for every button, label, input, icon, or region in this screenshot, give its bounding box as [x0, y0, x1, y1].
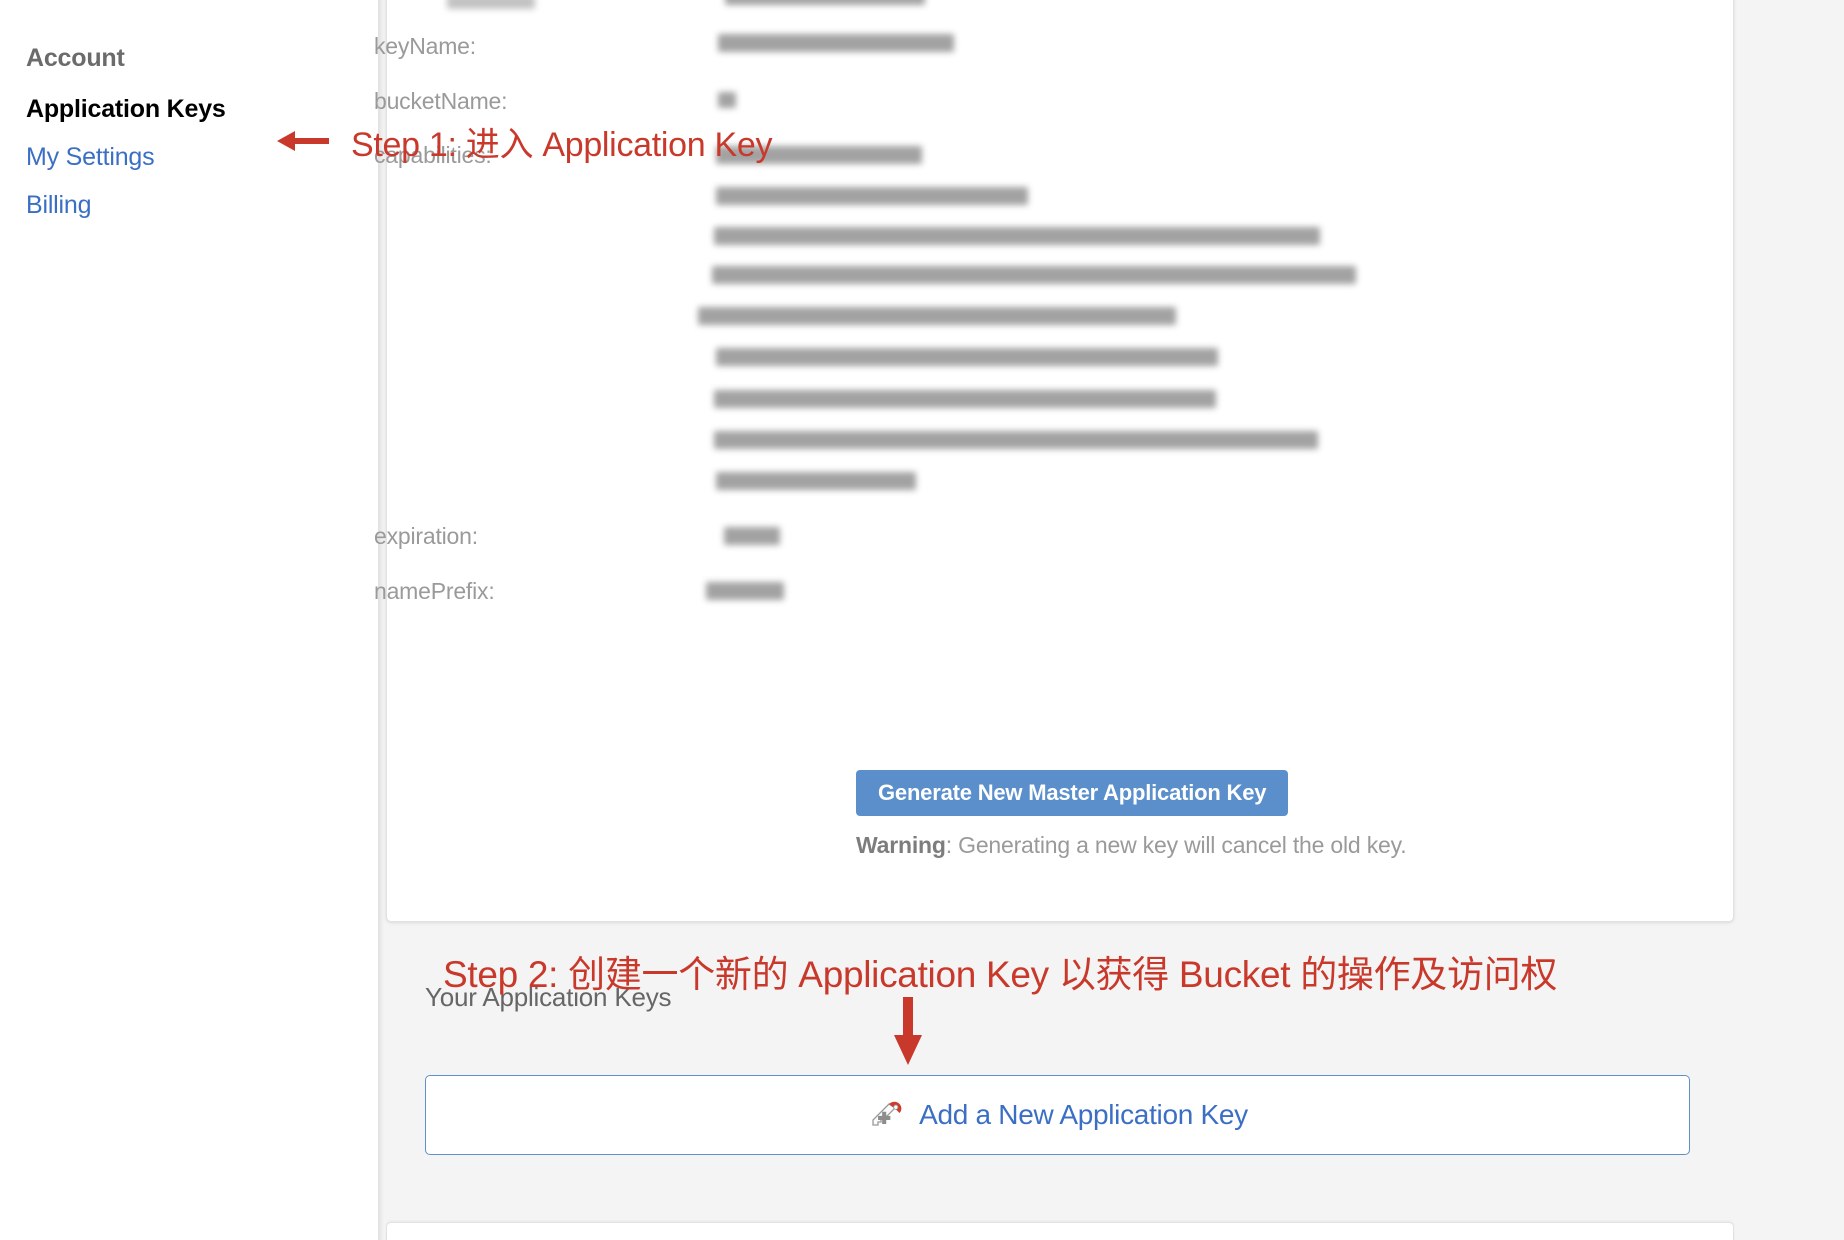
field-value-expiration	[724, 527, 780, 545]
field-label-nameprefix: namePrefix:	[374, 578, 495, 604]
add-new-application-key-label: Add a New Application Key	[919, 1099, 1248, 1130]
field-label-cutoff	[447, 0, 535, 9]
sidebar-item-application-keys[interactable]: Application Keys	[26, 95, 226, 124]
warning-text: : Generating a new key will cancel the o…	[945, 832, 1407, 858]
annotation-step-2: Step 2: 创建一个新的 Application Key 以获得 Bucke…	[443, 954, 1558, 995]
field-label-expiration: expiration:	[374, 523, 478, 549]
key-plus-icon	[867, 1098, 905, 1132]
field-label-bucketname: bucketName:	[374, 88, 508, 114]
field-label-keyname: keyName:	[374, 33, 476, 59]
annotation-step-1: Step 1: 进入 Application Key	[351, 126, 773, 164]
generate-master-key-button[interactable]: Generate New Master Application Key	[856, 770, 1289, 816]
field-value-nameprefix	[706, 582, 784, 600]
arrow-left-icon	[277, 128, 329, 159]
warning-label: Warning	[856, 832, 946, 858]
field-value-bucketname	[718, 92, 736, 108]
application-keys-table-card	[386, 1222, 1734, 1240]
sidebar-item-my-settings[interactable]: My Settings	[26, 143, 155, 172]
sidebar-item-billing[interactable]: Billing	[26, 191, 92, 220]
add-new-application-key-button[interactable]: Add a New Application Key	[425, 1075, 1690, 1155]
generate-key-warning: Warning: Generating a new key will cance…	[856, 832, 1407, 859]
sidebar-heading-account: Account	[26, 44, 125, 72]
arrow-down-icon	[890, 997, 926, 1070]
sidebar: Account Application Keys My Settings Bil…	[0, 0, 378, 1240]
field-value-keyname	[718, 34, 954, 52]
page-root: Account Application Keys My Settings Bil…	[0, 0, 1844, 1240]
field-value-cutoff	[725, 0, 925, 5]
